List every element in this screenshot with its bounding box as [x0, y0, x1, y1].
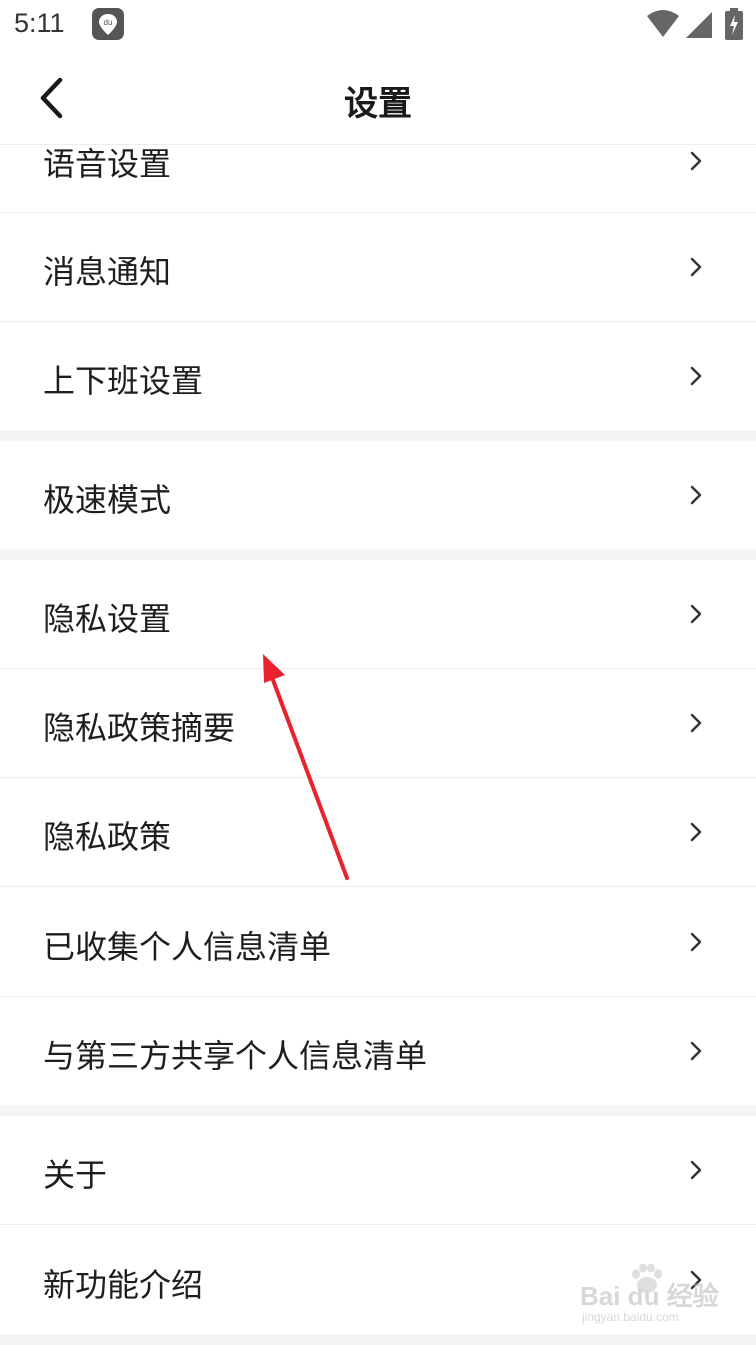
settings-item-label: 隐私政策 — [43, 818, 172, 856]
chevron-right-icon — [690, 366, 702, 386]
settings-item-label: 新功能介绍 — [43, 1266, 204, 1304]
wifi-icon — [647, 10, 679, 37]
chevron-right-icon — [690, 604, 702, 624]
settings-item-label: 语音设置 — [43, 145, 172, 183]
status-bar: 5:11 du — [0, 0, 756, 52]
settings-item-label: 隐私设置 — [43, 600, 172, 638]
settings-item-about[interactable]: 关于 — [0, 1116, 756, 1224]
settings-item-privacy-summary[interactable]: 隐私政策摘要 — [0, 669, 756, 777]
watermark-url: jingyan.baidu.com — [582, 1310, 679, 1324]
settings-item-label: 关于 — [43, 1156, 108, 1194]
status-time: 5:11 — [14, 8, 65, 38]
page-title: 设置 — [344, 84, 412, 124]
battery-charging-icon — [725, 8, 743, 40]
settings-item-third-party-sharing-list[interactable]: 与第三方共享个人信息清单 — [0, 997, 756, 1105]
chevron-right-icon — [690, 485, 702, 505]
nav-bar: 设置 — [0, 52, 756, 145]
chevron-right-icon — [690, 932, 702, 952]
chevron-right-icon — [690, 1160, 702, 1180]
settings-item-label: 极速模式 — [43, 481, 172, 519]
chevron-right-icon — [690, 713, 702, 733]
settings-item-label: 消息通知 — [43, 253, 172, 291]
settings-item-voice[interactable]: 语音设置 — [0, 145, 756, 212]
du-app-icon: du — [92, 8, 124, 40]
settings-item-collected-info-list[interactable]: 已收集个人信息清单 — [0, 887, 756, 996]
settings-item-label: 上下班设置 — [43, 362, 204, 400]
settings-item-label: 已收集个人信息清单 — [43, 928, 332, 966]
settings-item-notifications[interactable]: 消息通知 — [0, 213, 756, 321]
chevron-right-icon — [690, 822, 702, 842]
baidu-jingyan-watermark: Bai du 经验 jingyan.baidu.com — [576, 1262, 726, 1328]
watermark-brand: Bai du 经验 — [580, 1281, 719, 1311]
chevron-right-icon — [690, 257, 702, 277]
signal-icon — [686, 12, 712, 38]
chevron-right-icon — [690, 151, 702, 171]
settings-item-label: 与第三方共享个人信息清单 — [43, 1037, 428, 1075]
settings-item-speed-mode[interactable]: 极速模式 — [0, 441, 756, 549]
svg-text:du: du — [104, 18, 113, 27]
settings-item-privacy-policy[interactable]: 隐私政策 — [0, 778, 756, 886]
settings-item-commute[interactable]: 上下班设置 — [0, 322, 756, 430]
chevron-right-icon — [690, 1041, 702, 1061]
settings-item-privacy-settings[interactable]: 隐私设置 — [0, 560, 756, 668]
settings-item-label: 隐私政策摘要 — [43, 709, 236, 747]
